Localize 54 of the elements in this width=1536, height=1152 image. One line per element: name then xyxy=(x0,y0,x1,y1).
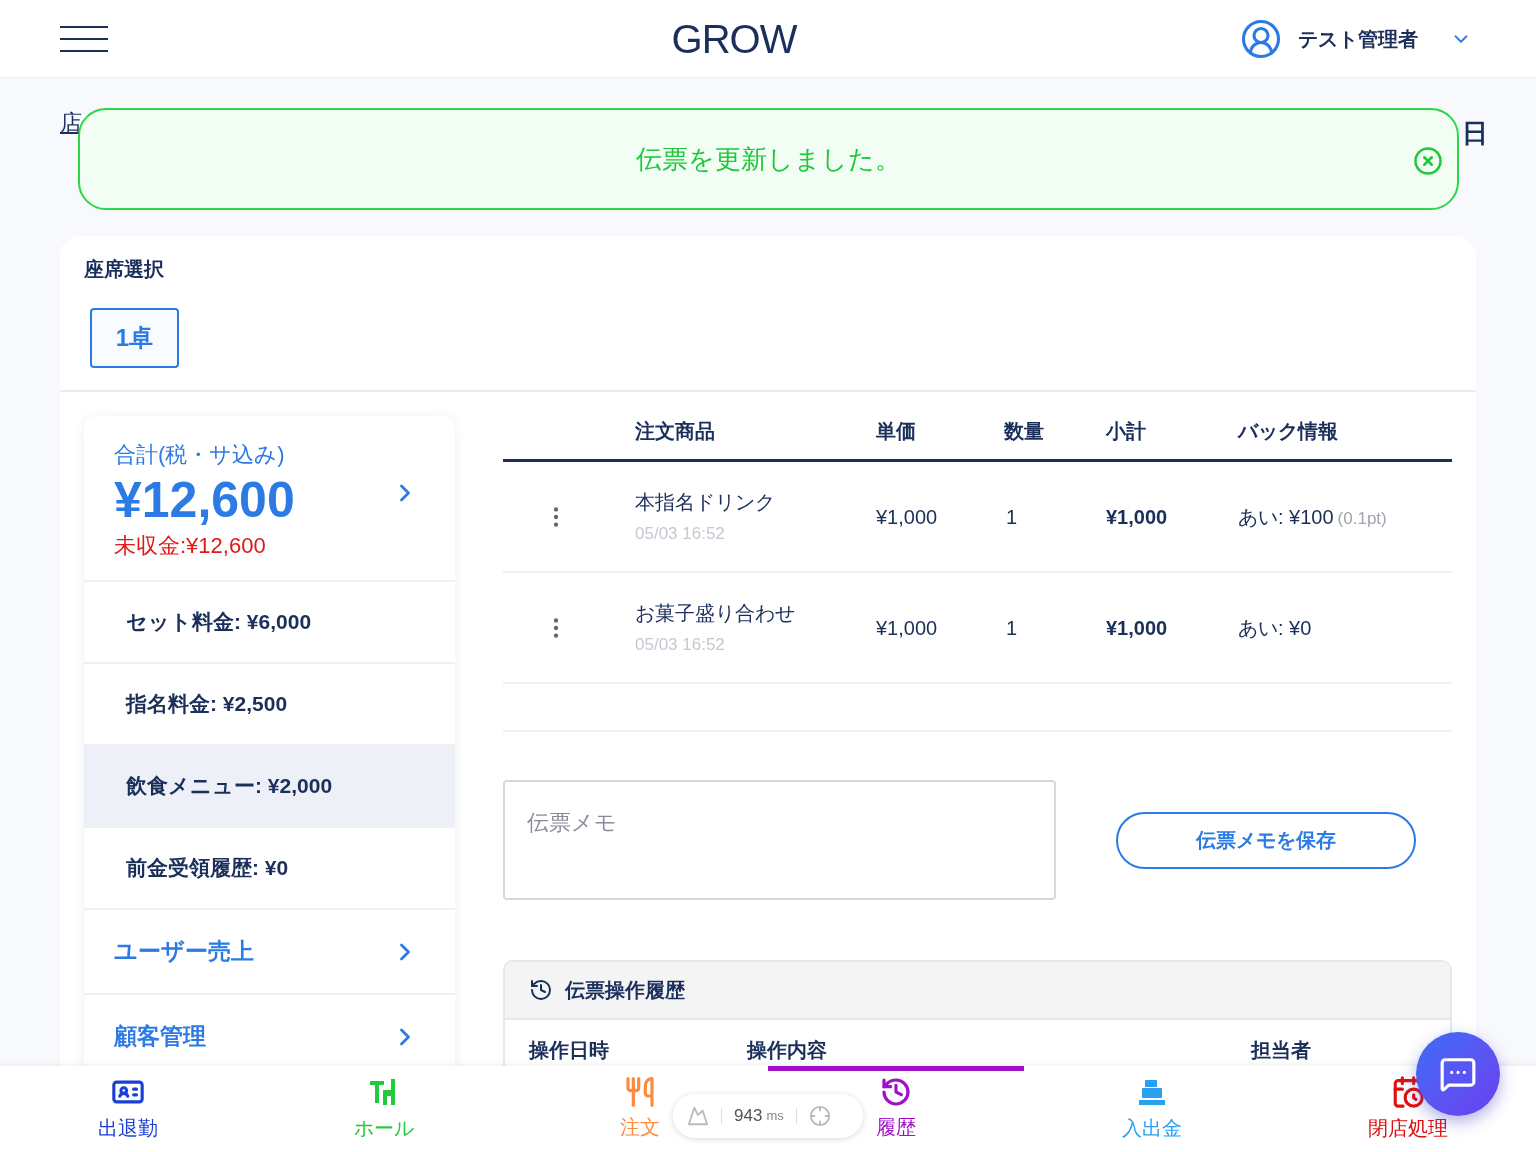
app-logo: GROW xyxy=(671,15,797,63)
memo-field[interactable]: 伝票メモ xyxy=(503,780,1056,900)
column-header: 注文商品 xyxy=(635,419,716,444)
fee-row[interactable]: 前金受領履歴: ¥0 xyxy=(84,828,455,910)
table-cell-text: ¥1,000 xyxy=(876,615,939,641)
link-label: 顧客管理 xyxy=(114,1022,206,1052)
item-name: 本指名ドリンク xyxy=(635,489,776,515)
total-label: 合計(税・サ込み) xyxy=(114,441,286,469)
breadcrumb-link[interactable]: 店 xyxy=(60,106,82,153)
date-text: 日 xyxy=(1462,117,1488,150)
order-time: 05/03 16:52 xyxy=(635,522,726,545)
column-header: バック情報 xyxy=(1238,419,1339,444)
column-header: 操作日時 xyxy=(529,1039,609,1061)
seat-button[interactable]: 1卓 xyxy=(90,308,179,368)
save-memo-button[interactable]: 伝票メモを保存 xyxy=(1116,811,1416,869)
back-points: (0.1pt) xyxy=(1337,507,1387,530)
column-header: 数量 xyxy=(1004,419,1045,444)
back-info: あい: ¥100 xyxy=(1238,504,1334,530)
user-menu[interactable]: テスト管理者 xyxy=(1240,17,1472,60)
menu-icon[interactable] xyxy=(60,25,108,52)
history-icon xyxy=(529,978,553,1002)
unpaid-amount: 未収金:¥12,600 xyxy=(114,532,267,560)
nav-tab[interactable]: 出退勤 xyxy=(0,1066,256,1152)
fee-row[interactable]: セット料金: ¥6,000 xyxy=(84,582,455,664)
history-icon xyxy=(880,1076,912,1108)
column-header: 操作内容 xyxy=(747,1039,827,1061)
fee-row[interactable]: 飲食メニュー: ¥2,000 xyxy=(84,746,455,828)
mountain-icon xyxy=(687,1105,709,1127)
user-icon xyxy=(1240,17,1282,60)
total-amount: ¥12,600 xyxy=(114,471,295,529)
panel-title: 伝票操作履歴 xyxy=(565,978,685,1003)
column-header: 単価 xyxy=(876,419,917,444)
link-label: ユーザー売上 xyxy=(114,937,254,967)
table-cell-text: 1 xyxy=(1005,505,1018,528)
table-cell: ¥1,000 xyxy=(1106,616,1168,639)
table-cell: ¥1,000 xyxy=(1106,505,1168,528)
link-row[interactable]: ユーザー売上 xyxy=(84,910,455,995)
back-info: あい: ¥0 xyxy=(1238,615,1312,641)
table-cell-text: 1 xyxy=(1005,616,1018,639)
nav-tab[interactable]: 閉店処理 xyxy=(1280,1066,1536,1152)
fee-row[interactable]: 指名料金: ¥2,500 xyxy=(84,664,455,746)
column-header: 担当者 xyxy=(1251,1039,1311,1061)
chat-icon xyxy=(1439,1055,1477,1093)
perf-unit: ms xyxy=(766,1107,784,1126)
fork-knife-icon xyxy=(624,1076,656,1108)
column-header: 小計 xyxy=(1106,419,1147,444)
section-label: 座席選択 xyxy=(84,257,165,282)
link-row[interactable]: 顧客管理 xyxy=(84,995,455,1066)
table-cell-text: ¥1,000 xyxy=(876,504,939,530)
order-time: 05/03 16:52 xyxy=(635,633,726,656)
perf-value: 943 xyxy=(734,1105,763,1128)
item-name: お菓子盛り合わせ xyxy=(635,600,796,626)
toast-message: 伝票を更新しました。 xyxy=(636,142,901,176)
calendar-clock-icon xyxy=(1391,1075,1425,1109)
